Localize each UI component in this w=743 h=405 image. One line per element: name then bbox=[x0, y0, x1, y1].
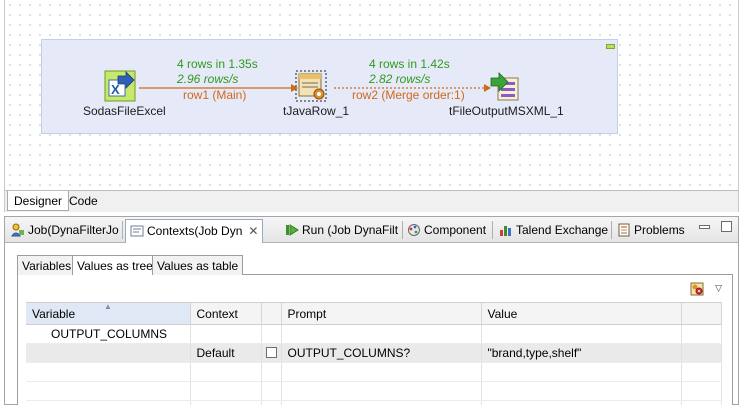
tab-component-label: Component bbox=[424, 223, 487, 237]
context-values-table: Variable ▲ Context Prompt Value OUTPUT_CO… bbox=[26, 302, 722, 405]
column-header-context[interactable]: Context bbox=[190, 302, 262, 325]
cell-prompt[interactable]: OUTPUT_COLUMNS? bbox=[281, 343, 482, 363]
context-view-tabs: Variables Values as tree Values as table bbox=[17, 255, 733, 276]
column-header-prompt[interactable]: Prompt bbox=[281, 302, 482, 325]
cell-context bbox=[190, 324, 262, 344]
job-icon bbox=[11, 223, 24, 237]
minimize-icon[interactable] bbox=[698, 225, 710, 229]
subjob-collapse-button[interactable] bbox=[606, 44, 615, 49]
cell-prompt bbox=[281, 324, 482, 344]
context-settings-icon[interactable] bbox=[690, 282, 704, 296]
table-row bbox=[26, 400, 722, 405]
table-header-row: Variable ▲ Context Prompt Value bbox=[26, 302, 722, 325]
sort-ascending-icon: ▲ bbox=[104, 302, 112, 311]
link1-rate-stat: 2.96 rows/s bbox=[177, 72, 239, 86]
cell-variable bbox=[26, 343, 191, 363]
column-header-value[interactable]: Value bbox=[481, 302, 682, 325]
tab-job[interactable]: Job(DynaFilterJo bbox=[7, 219, 123, 241]
link2-rate-stat: 2.82 rows/s bbox=[369, 72, 431, 86]
tab-designer[interactable]: Designer bbox=[7, 191, 70, 211]
problems-icon bbox=[618, 223, 630, 237]
designer-canvas[interactable]: 4 rows in 1.35s 2.96 rows/s row1 (Main) … bbox=[4, 0, 739, 190]
java-row-icon[interactable] bbox=[295, 70, 329, 102]
context-panel: ▽ Variable ▲ Context Prompt Value OUTPUT_… bbox=[17, 275, 733, 405]
tab-talend-exchange-label: Talend Exchange bbox=[516, 223, 609, 237]
views-tab-bar: Job(DynaFilterJo Contexts(Job Dyn ✕ Run (… bbox=[5, 217, 738, 243]
cell-value bbox=[481, 324, 682, 344]
prompt-checkbox[interactable] bbox=[265, 347, 277, 358]
component-label-tjavarow: tJavaRow_1 bbox=[283, 104, 350, 118]
contexts-icon bbox=[130, 225, 144, 237]
tab-run[interactable]: Run (Job DynaFilt bbox=[281, 219, 402, 241]
cell-variable[interactable]: OUTPUT_COLUMNS bbox=[26, 324, 191, 344]
column-header-filler bbox=[681, 302, 722, 325]
link2-rows-stat: 4 rows in 1.42s bbox=[369, 57, 450, 71]
exchange-icon bbox=[500, 226, 511, 236]
tab-contexts[interactable]: Contexts(Job Dyn ✕ bbox=[125, 219, 264, 243]
tab-contexts-label: Contexts(Job Dyn bbox=[147, 224, 243, 238]
cell-value[interactable]: "brand,type,shelf" bbox=[481, 343, 682, 363]
link1-rows-stat: 4 rows in 1.35s bbox=[177, 57, 258, 71]
tab-run-label: Run (Job DynaFilt bbox=[302, 223, 399, 237]
link2-label[interactable]: row2 (Merge order:1) bbox=[352, 88, 465, 102]
run-icon bbox=[286, 224, 299, 236]
cell-context[interactable]: Default bbox=[190, 343, 262, 363]
component-label-tfileoutputmsxml: tFileOutputMSXML_1 bbox=[449, 104, 564, 118]
table-row bbox=[26, 381, 722, 401]
tab-talend-exchange[interactable]: Talend Exchange bbox=[495, 219, 612, 241]
tab-problems[interactable]: Problems bbox=[613, 219, 689, 241]
tab-job-label: Job(DynaFilterJo bbox=[28, 223, 119, 237]
tab-code[interactable]: Code bbox=[63, 191, 104, 211]
context-toolbar: ▽ bbox=[690, 281, 722, 296]
column-header-prompt-flag[interactable] bbox=[261, 302, 282, 325]
maximize-icon[interactable] bbox=[721, 221, 732, 232]
excel-input-icon[interactable]: X bbox=[104, 70, 136, 102]
tab-problems-label: Problems bbox=[634, 223, 685, 237]
table-row bbox=[26, 362, 722, 382]
tab-component[interactable]: Component bbox=[403, 219, 490, 241]
table-row-context-value[interactable]: Default OUTPUT_COLUMNS? "brand,type,shel… bbox=[26, 343, 722, 363]
view-window-controls bbox=[691, 221, 732, 235]
component-icon bbox=[408, 224, 420, 236]
editor-tabs: Designer Code bbox=[4, 190, 739, 212]
tab-values-as-tree[interactable]: Values as tree bbox=[72, 255, 158, 276]
xml-output-icon[interactable] bbox=[489, 70, 521, 102]
link1-label[interactable]: row1 (Main) bbox=[183, 88, 246, 102]
view-menu-chevron-down-icon[interactable]: ▽ bbox=[715, 283, 722, 294]
column-header-variable[interactable]: Variable ▲ bbox=[26, 302, 191, 325]
tab-variables[interactable]: Variables bbox=[17, 255, 77, 275]
tab-values-as-table[interactable]: Values as table bbox=[152, 255, 244, 275]
views-panel: Job(DynaFilterJo Contexts(Job Dyn ✕ Run (… bbox=[4, 216, 739, 405]
close-icon[interactable]: ✕ bbox=[248, 224, 258, 238]
table-row-variable[interactable]: OUTPUT_COLUMNS bbox=[26, 324, 722, 344]
component-label-sodasfileexcel: SodasFileExcel bbox=[83, 104, 166, 118]
